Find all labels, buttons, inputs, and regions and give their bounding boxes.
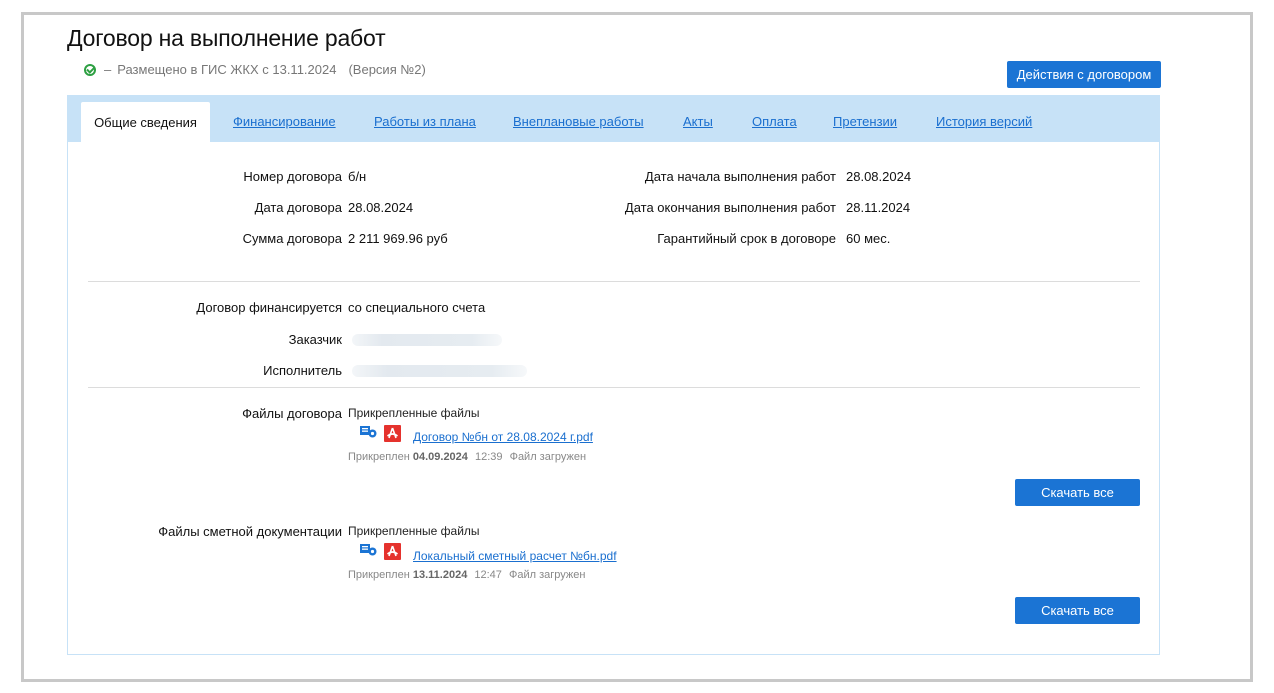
contract-date-label: Дата договора [254, 200, 342, 215]
financing-value: со специального счета [348, 300, 486, 315]
contract-date-value: 28.08.2024 [348, 200, 414, 215]
contractor-label: Исполнитель [263, 363, 342, 378]
check-circle-icon [84, 63, 96, 76]
tab-financing[interactable]: Финансирование [233, 114, 336, 129]
attached-files-title: Прикрепленные файлы [348, 406, 480, 420]
estimate-files-label: Файлы сметной документации [158, 524, 342, 539]
status-text: Размещено в ГИС ЖКХ с 13.11.2024 [117, 62, 337, 77]
tab-plan-works[interactable]: Работы из плана [374, 114, 476, 129]
attached-files-title: Прикрепленные файлы [348, 524, 480, 538]
tab-version-history[interactable]: История версий [936, 114, 1032, 129]
content-panel [67, 142, 1160, 655]
contract-file-link[interactable]: Договор №бн от 28.08.2024 г.pdf [413, 430, 593, 444]
estimate-file-link[interactable]: Локальный сметный расчет №бн.pdf [413, 549, 617, 563]
tab-unplanned-works[interactable]: Внеплановые работы [513, 114, 644, 129]
signature-icon[interactable] [360, 544, 377, 558]
estimate-file-meta: Прикреплен 13.11.2024 12:47 Файл загруже… [348, 569, 586, 581]
tab-general[interactable]: Общие сведения [81, 102, 210, 142]
contract-actions-button[interactable]: Действия с договором [1007, 61, 1161, 88]
warranty-label: Гарантийный срок в договоре [657, 231, 836, 246]
status-line: – Размещено в ГИС ЖКХ с 13.11.2024 (Верс… [84, 62, 426, 77]
download-all-contract-button[interactable]: Скачать все [1015, 479, 1140, 506]
contract-sum-value: 2 211 969.96 руб [348, 231, 448, 246]
divider [88, 281, 1140, 282]
tab-claims[interactable]: Претензии [833, 114, 897, 129]
contract-number-value: б/н [348, 169, 367, 184]
tab-acts[interactable]: Акты [683, 114, 713, 129]
work-start-value: 28.08.2024 [846, 169, 912, 184]
financing-label: Договор финансируется [196, 300, 342, 315]
contractor-value-redacted [352, 365, 527, 377]
contract-files-label: Файлы договора [242, 406, 342, 421]
status-dash: – [104, 62, 112, 77]
signature-icon[interactable] [360, 426, 377, 440]
warranty-value: 60 мес. [846, 231, 891, 246]
work-end-value: 28.11.2024 [846, 200, 911, 215]
pdf-icon [384, 425, 401, 442]
work-start-label: Дата начала выполнения работ [644, 169, 836, 184]
contract-file-meta: Прикреплен 04.09.2024 12:39 Файл загруже… [348, 451, 587, 463]
page-title: Договор на выполнение работ [67, 25, 386, 51]
version-label: (Версия №2) [348, 62, 426, 77]
tab-payment[interactable]: Оплата [752, 114, 797, 129]
work-end-label: Дата окончания выполнения работ [624, 200, 836, 215]
pdf-icon [384, 543, 401, 560]
contract-sum-label: Сумма договора [242, 231, 342, 246]
download-all-estimate-button[interactable]: Скачать все [1015, 597, 1140, 624]
divider [88, 387, 1140, 388]
customer-value-redacted [352, 334, 502, 346]
contract-number-label: Номер договора [243, 169, 342, 184]
tab-bar: Общие сведения Финансирование Работы из … [67, 95, 1160, 142]
customer-label: Заказчик [288, 332, 342, 347]
